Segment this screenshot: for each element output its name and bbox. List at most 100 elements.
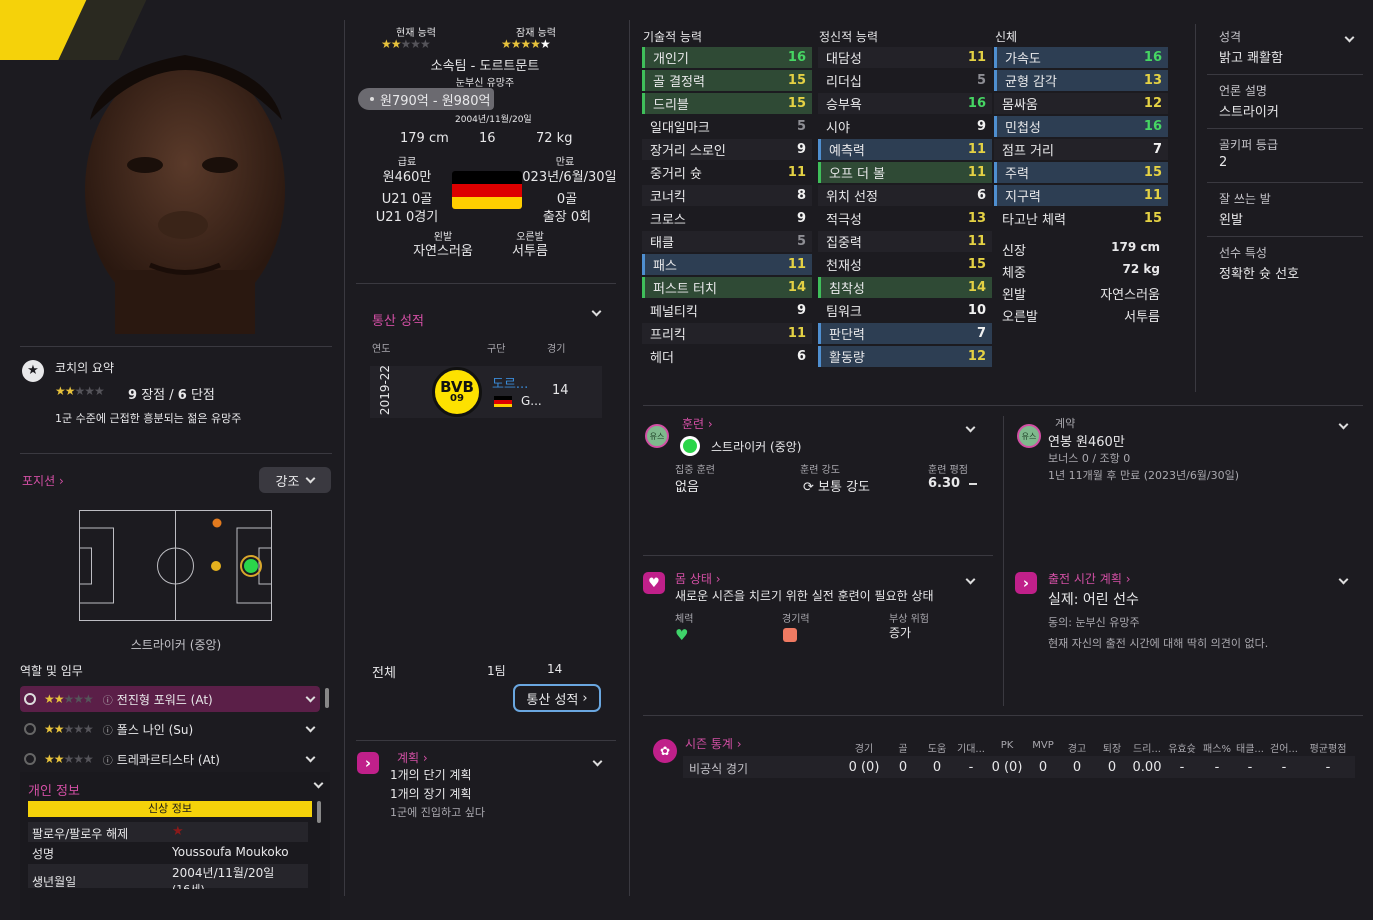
condition-chevron-icon[interactable] xyxy=(965,574,976,585)
physical-attr-row[interactable]: 가속도 16 xyxy=(994,47,1168,68)
technical-attr-row[interactable]: 코너킥 8 xyxy=(642,185,812,206)
position-dropdown[interactable]: 강조 xyxy=(259,467,331,493)
attr-name: 가속도 xyxy=(1005,52,1041,67)
coach-summary-text: 1군 수준에 근접한 흥분되는 젊은 유망주 xyxy=(55,412,242,425)
role-item[interactable]: ★★ ★★★ ⓘ 폴스 나인 (Su) xyxy=(20,716,320,742)
attr-value: 13 xyxy=(1143,73,1162,88)
playtime-chevron-icon[interactable] xyxy=(1338,574,1349,585)
mental-attr-row[interactable]: 리더십 5 xyxy=(818,70,992,91)
technical-attr-row[interactable]: 개인기 16 xyxy=(642,47,812,68)
technical-attr-row[interactable]: 태클 5 xyxy=(642,231,812,252)
training-youth-badge: 유스 xyxy=(645,424,669,448)
mental-attr-row[interactable]: 예측력 11 xyxy=(818,139,992,160)
mental-attr-row[interactable]: 승부욕 16 xyxy=(818,93,992,114)
attr-value: 8 xyxy=(796,188,806,203)
mental-attr-row[interactable]: 위치 선정 6 xyxy=(818,185,992,206)
pitch-diagram xyxy=(79,510,273,625)
mental-attr-row[interactable]: 판단력 7 xyxy=(818,323,992,344)
attr-name: 승부욕 xyxy=(826,98,862,113)
mental-attr-row[interactable]: 집중력 11 xyxy=(818,231,992,252)
personal-key: 생년월일 xyxy=(32,875,77,889)
career-club[interactable]: 도르... xyxy=(492,373,528,392)
attr-value: 11 xyxy=(967,165,986,180)
season-stats-icon: ✿ xyxy=(653,739,677,763)
personal-info-title[interactable]: 개인 정보 xyxy=(28,780,80,799)
training-intensity-label: 훈련 강도 xyxy=(800,465,840,476)
plans-title[interactable]: 계획 › xyxy=(397,749,428,766)
technical-attr-row[interactable]: 페널티킥 9 xyxy=(642,300,812,321)
training-title[interactable]: 훈련 › xyxy=(682,415,713,432)
side-info-value: 정확한 슛 선호 xyxy=(1219,267,1300,282)
technical-attr-row[interactable]: 골 결정력 15 xyxy=(642,70,812,91)
career-season: 2019-22 xyxy=(378,364,393,416)
plans-chevron-icon[interactable] xyxy=(592,756,603,767)
attr-name: 팀워크 xyxy=(826,305,862,320)
physical-attr-row[interactable]: 주력 15 xyxy=(994,162,1168,183)
physical-attr-row[interactable]: 타고난 체력 15 xyxy=(994,208,1168,229)
phys-info-key: 체중 xyxy=(1002,266,1026,281)
position-link[interactable]: 포지션 › xyxy=(22,472,64,489)
attr-value: 15 xyxy=(967,257,986,272)
mental-attr-row[interactable]: 활동량 12 xyxy=(818,346,992,367)
mental-attr-row[interactable]: 천재성 15 xyxy=(818,254,992,275)
role-item[interactable]: ★★ ★★★ ⓘ 전진형 포워드 (At) xyxy=(20,686,320,712)
career-stats-button[interactable]: 통산 성적 › xyxy=(513,684,601,712)
technical-attr-row[interactable]: 헤더 6 xyxy=(642,346,812,367)
roles-scrollbar[interactable] xyxy=(325,688,329,708)
physical-attr-row[interactable]: 균형 감각 13 xyxy=(994,70,1168,91)
attr-value: 6 xyxy=(796,349,806,364)
physical-attr-row[interactable]: 지구력 11 xyxy=(994,185,1168,206)
follow-star-icon[interactable]: ★ xyxy=(172,824,184,839)
side-info-value: 밝고 쾌활함 xyxy=(1219,51,1283,66)
mental-attr-row[interactable]: 대담성 11 xyxy=(818,47,992,68)
technical-attr-row[interactable]: 크로스 9 xyxy=(642,208,812,229)
career-title[interactable]: 통산 성적 xyxy=(372,310,424,329)
training-focus-label: 집중 훈련 xyxy=(675,465,715,476)
season-stats-title[interactable]: 시즌 통계 › xyxy=(685,735,742,752)
contract-chevron-icon[interactable] xyxy=(1338,419,1349,430)
technical-attr-row[interactable]: 패스 11 xyxy=(642,254,812,275)
technical-attr-row[interactable]: 퍼스트 터치 14 xyxy=(642,277,812,298)
mental-attr-row[interactable]: 적극성 13 xyxy=(818,208,992,229)
mental-attr-row[interactable]: 오프 더 볼 11 xyxy=(818,162,992,183)
attr-value: 11 xyxy=(967,234,986,249)
playtime-title[interactable]: 출전 시간 계획 › xyxy=(1048,570,1131,587)
personal-key: 팔로우/팔로우 해제 xyxy=(32,827,129,841)
personal-scrollbar[interactable] xyxy=(317,801,321,823)
player-portrait xyxy=(20,30,332,334)
physical-attr-row[interactable]: 몸싸움 12 xyxy=(994,93,1168,114)
technical-attr-row[interactable]: 프리킥 11 xyxy=(642,323,812,344)
coach-summary-title: 코치의 요약 xyxy=(55,361,115,375)
physical-attr-row[interactable]: 민첩성 16 xyxy=(994,116,1168,137)
role-item[interactable]: ★★ ★★★ ⓘ 트레콰르티스타 (At) xyxy=(20,746,320,772)
side-chevron-icon[interactable] xyxy=(1344,32,1355,43)
mental-attr-row[interactable]: 침착성 14 xyxy=(818,277,992,298)
attr-value: 15 xyxy=(787,96,806,111)
training-chevron-icon[interactable] xyxy=(965,422,976,433)
technical-attr-row[interactable]: 장거리 스로인 9 xyxy=(642,139,812,160)
mental-attr-row[interactable]: 시야 9 xyxy=(818,116,992,137)
technical-attr-row[interactable]: 일대일마크 5 xyxy=(642,116,812,137)
career-flag xyxy=(494,396,512,407)
apps-value: 출장 0회 xyxy=(542,210,592,225)
training-intensity: ⟳ 보통 강도 xyxy=(803,480,871,495)
attr-name: 드리블 xyxy=(653,98,689,113)
training-focus: 없음 xyxy=(675,480,699,495)
playtime-actual: 실제: 어린 선수 xyxy=(1048,592,1139,608)
career-col-club: 구단 xyxy=(487,344,506,355)
season-col-header: 걷어... xyxy=(1270,744,1298,755)
technical-attr-row[interactable]: 중거리 슛 11 xyxy=(642,162,812,183)
mental-attr-row[interactable]: 팀워크 10 xyxy=(818,300,992,321)
contract-youth-badge: 유스 xyxy=(1017,424,1041,448)
career-chevron-icon[interactable] xyxy=(591,306,602,317)
wage-value: 원460만 xyxy=(382,170,432,185)
side-info-key: 선수 특성 xyxy=(1219,246,1267,260)
condition-title[interactable]: 몸 상태 › xyxy=(675,570,721,587)
physical-attr-row[interactable]: 점프 거리 7 xyxy=(994,139,1168,160)
technical-attr-row[interactable]: 드리블 15 xyxy=(642,93,812,114)
club-label[interactable]: 소속팀 - 도르트문트 xyxy=(360,55,610,74)
technical-title: 기술적 능력 xyxy=(643,30,703,44)
position-label: 스트라이커 (중앙) xyxy=(130,638,222,652)
attr-value: 16 xyxy=(1143,119,1162,134)
attr-name: 집중력 xyxy=(826,236,862,251)
